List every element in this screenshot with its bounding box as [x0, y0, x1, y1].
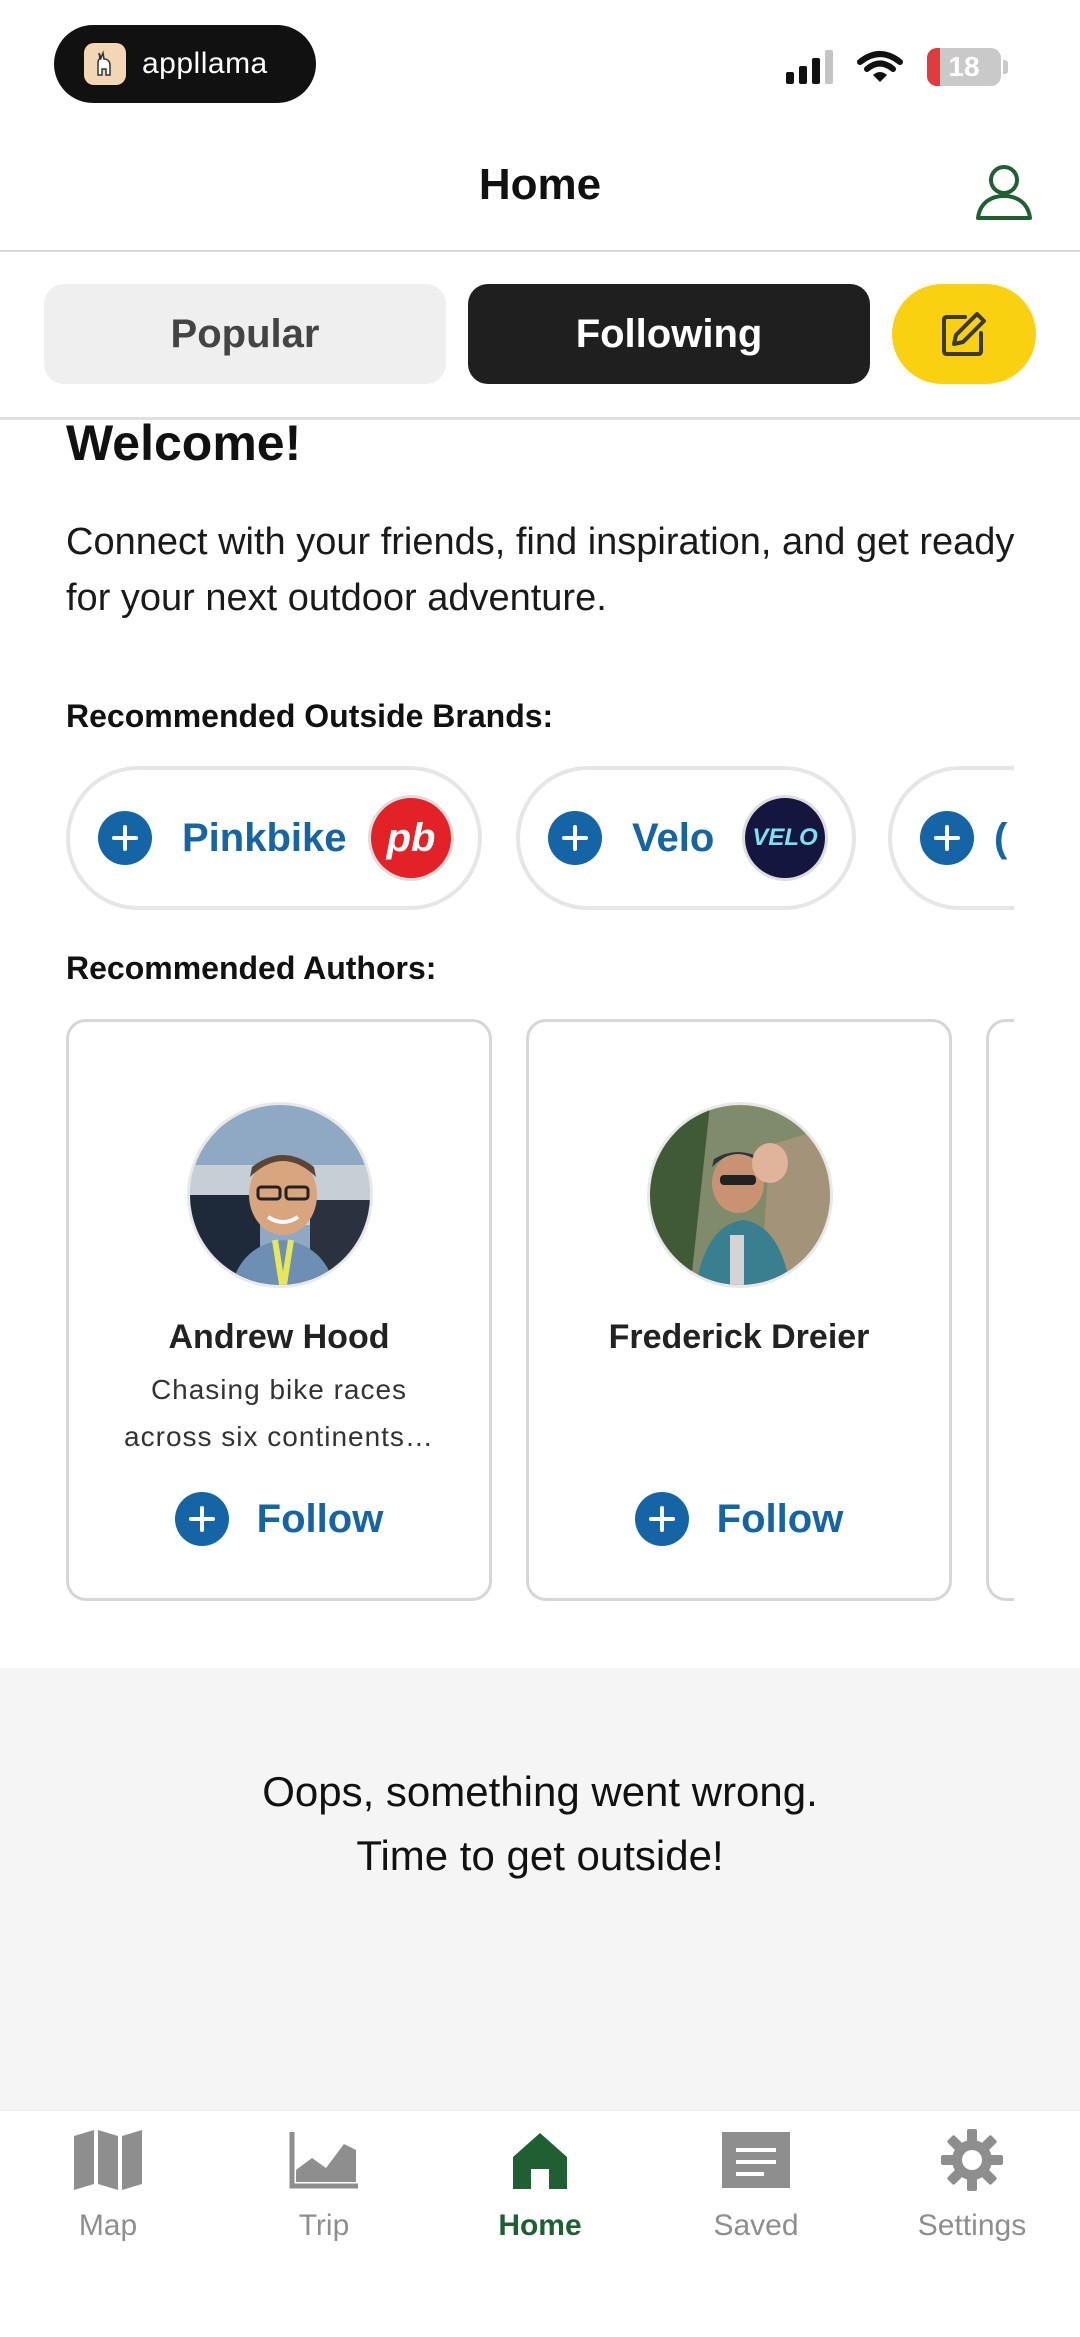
brand-name: Velo	[632, 815, 715, 860]
error-line-2: Time to get outside!	[356, 1832, 724, 1879]
brand-chip-velo[interactable]: Velo VELO	[516, 766, 856, 910]
llama-icon	[84, 43, 126, 85]
user-icon	[976, 165, 1032, 220]
gear-icon	[932, 2125, 1012, 2195]
nav-home[interactable]: Home	[432, 2125, 648, 2255]
follow-button[interactable]: Follow	[529, 1492, 949, 1546]
author-card-frederick-dreier[interactable]: Frederick Dreier Follow	[526, 1019, 952, 1601]
welcome-text: Connect with your friends, find inspirat…	[66, 521, 1015, 619]
map-icon	[68, 2125, 148, 2195]
velo-logo: VELO	[742, 795, 828, 881]
top-header: Home	[0, 130, 1080, 252]
follow-label: Follow	[716, 1496, 844, 1541]
follow-button[interactable]: Follow	[69, 1492, 489, 1546]
plus-icon	[548, 811, 602, 865]
battery-percent: 18	[948, 51, 980, 82]
author-card-partial[interactable]	[986, 1019, 1014, 1601]
nav-label: Settings	[917, 2209, 1027, 2242]
nav-label: Map	[78, 2209, 138, 2242]
saved-icon	[716, 2125, 796, 2195]
plus-icon	[634, 1492, 689, 1546]
edit-icon	[942, 312, 986, 356]
appllama-badge[interactable]: appllama	[54, 25, 316, 103]
author-card-andrew-hood[interactable]: Andrew Hood Chasing bike races across si…	[66, 1019, 492, 1601]
brands-heading: Recommended Outside Brands:	[66, 698, 554, 734]
pinkbike-logo: pb	[368, 795, 454, 881]
follow-label: Follow	[256, 1496, 384, 1541]
author-name: Frederick Dreier	[608, 1318, 870, 1356]
brand-chip-pinkbike[interactable]: Pinkbike pb	[66, 766, 482, 910]
author-name: Andrew Hood	[168, 1318, 390, 1356]
tab-popular[interactable]: Popular	[44, 284, 446, 384]
wifi-icon	[857, 51, 903, 82]
nav-label: Home	[498, 2209, 582, 2242]
nav-saved[interactable]: Saved	[648, 2125, 864, 2255]
nav-settings[interactable]: Settings	[864, 2125, 1080, 2255]
avatar	[647, 1102, 833, 1288]
avatar	[187, 1102, 373, 1288]
author-bio: Chasing bike races across six continents…	[124, 1374, 434, 1452]
error-line-1: Oops, something went wrong.	[262, 1768, 818, 1815]
error-message: Oops, something went wrong. Time to get …	[0, 1760, 1080, 1888]
compose-button[interactable]	[892, 284, 1036, 384]
error-message-area: Oops, something went wrong. Time to get …	[0, 1668, 1080, 2110]
bottom-navigation: Map Trip Home Saved Settings	[0, 2110, 1080, 2337]
authors-heading: Recommended Authors:	[66, 950, 437, 986]
plus-icon	[920, 811, 974, 865]
chart-icon	[284, 2125, 364, 2195]
appllama-label: appllama	[142, 47, 268, 80]
profile-button[interactable]	[972, 160, 1036, 224]
plus-icon	[174, 1492, 229, 1546]
status-bar: appllama 18	[0, 0, 1080, 130]
brand-name-partial: (	[994, 815, 1008, 860]
brand-chip-partial[interactable]: (	[888, 766, 1014, 910]
home-icon	[500, 2125, 580, 2195]
page-title: Home	[478, 160, 602, 209]
brand-name: Pinkbike	[182, 815, 347, 860]
battery-indicator: 18	[927, 48, 1008, 86]
plus-icon	[98, 811, 152, 865]
cellular-signal-icon	[786, 50, 833, 84]
battery-level	[927, 48, 940, 86]
nav-map[interactable]: Map	[0, 2125, 216, 2255]
nav-label: Trip	[298, 2209, 350, 2242]
welcome-heading: Welcome!	[66, 415, 302, 471]
tab-following[interactable]: Following	[468, 284, 870, 384]
nav-label: Saved	[713, 2209, 799, 2242]
feed-tabs: Popular Following	[0, 254, 1080, 420]
brands-carousel[interactable]: Pinkbike pb Velo VELO (	[66, 766, 1014, 912]
authors-carousel[interactable]: Andrew Hood Chasing bike races across si…	[66, 1019, 1014, 1603]
nav-trip[interactable]: Trip	[216, 2125, 432, 2255]
